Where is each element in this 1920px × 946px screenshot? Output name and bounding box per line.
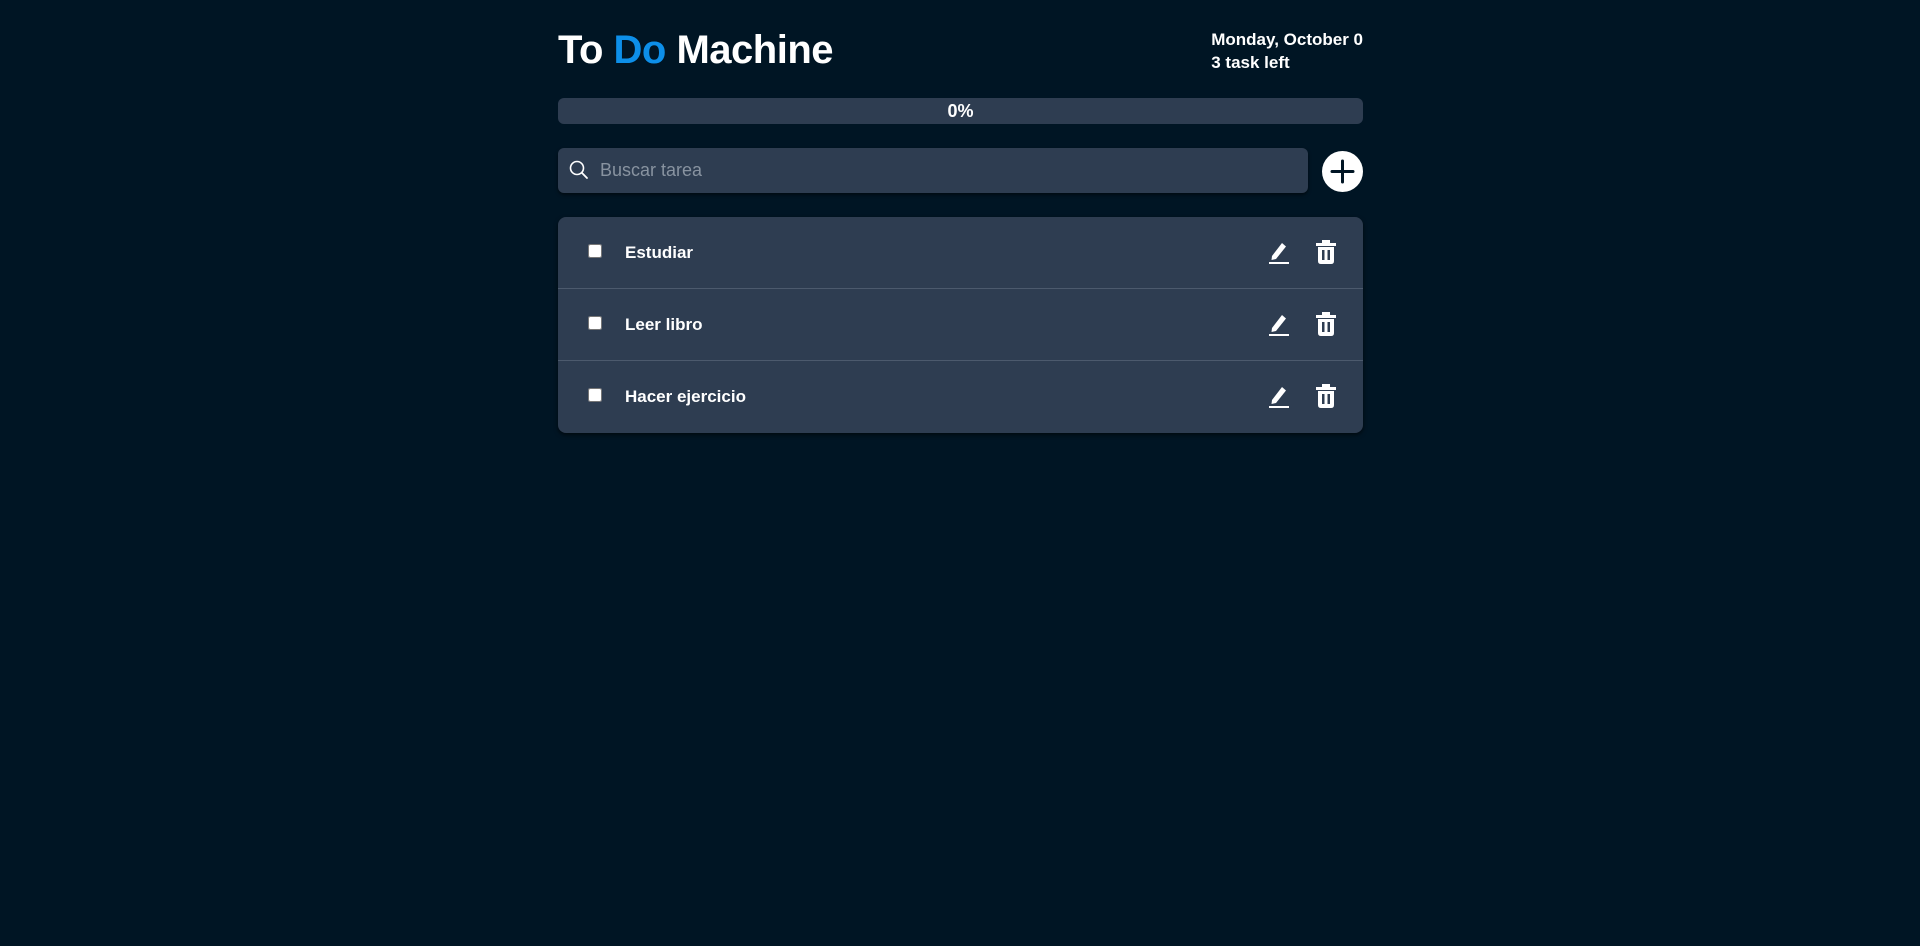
trash-icon — [1314, 240, 1338, 268]
todo-text: Hacer ejercicio — [625, 387, 746, 406]
app-title: To Do Machine — [558, 26, 834, 74]
pencil-icon — [1267, 243, 1291, 268]
header-meta: Monday, October 0 3 task left — [1211, 28, 1363, 74]
todo-checkbox[interactable] — [588, 316, 602, 330]
pencil-icon — [1267, 387, 1291, 412]
delete-task-button[interactable] — [1314, 311, 1338, 337]
title-part-machine: Machine — [665, 28, 833, 72]
tasks-left-counter: 3 task left — [1211, 53, 1290, 72]
pencil-icon — [1267, 315, 1291, 340]
todo-checkbox[interactable] — [588, 388, 602, 402]
todo-list: Estudiar Leer libro Hacer ejercicio — [558, 217, 1363, 433]
trash-icon — [1314, 384, 1338, 412]
app-header: To Do Machine Monday, October 0 3 task l… — [558, 0, 1363, 98]
todo-checkbox[interactable] — [588, 244, 602, 258]
title-part-to: To — [558, 28, 614, 72]
edit-task-button[interactable] — [1267, 311, 1291, 337]
todo-item: Hacer ejercicio — [558, 361, 1363, 433]
todo-app: To Do Machine Monday, October 0 3 task l… — [558, 0, 1363, 433]
add-task-button[interactable] — [1322, 151, 1363, 192]
progress-label: 0% — [947, 101, 974, 121]
search-box — [558, 148, 1308, 193]
search-icon — [568, 159, 590, 181]
todo-item: Estudiar — [558, 217, 1363, 289]
todo-text: Leer libro — [625, 315, 703, 334]
edit-task-button[interactable] — [1267, 383, 1291, 409]
title-part-do: Do — [613, 28, 667, 72]
todo-item: Leer libro — [558, 289, 1363, 361]
progress-bar: 0% — [558, 98, 1363, 124]
search-input[interactable] — [600, 148, 1290, 193]
delete-task-button[interactable] — [1314, 239, 1338, 265]
todo-text: Estudiar — [625, 243, 694, 262]
delete-task-button[interactable] — [1314, 383, 1338, 409]
current-date: Monday, October 0 — [1211, 30, 1363, 49]
trash-icon — [1314, 312, 1338, 340]
edit-task-button[interactable] — [1267, 239, 1291, 265]
